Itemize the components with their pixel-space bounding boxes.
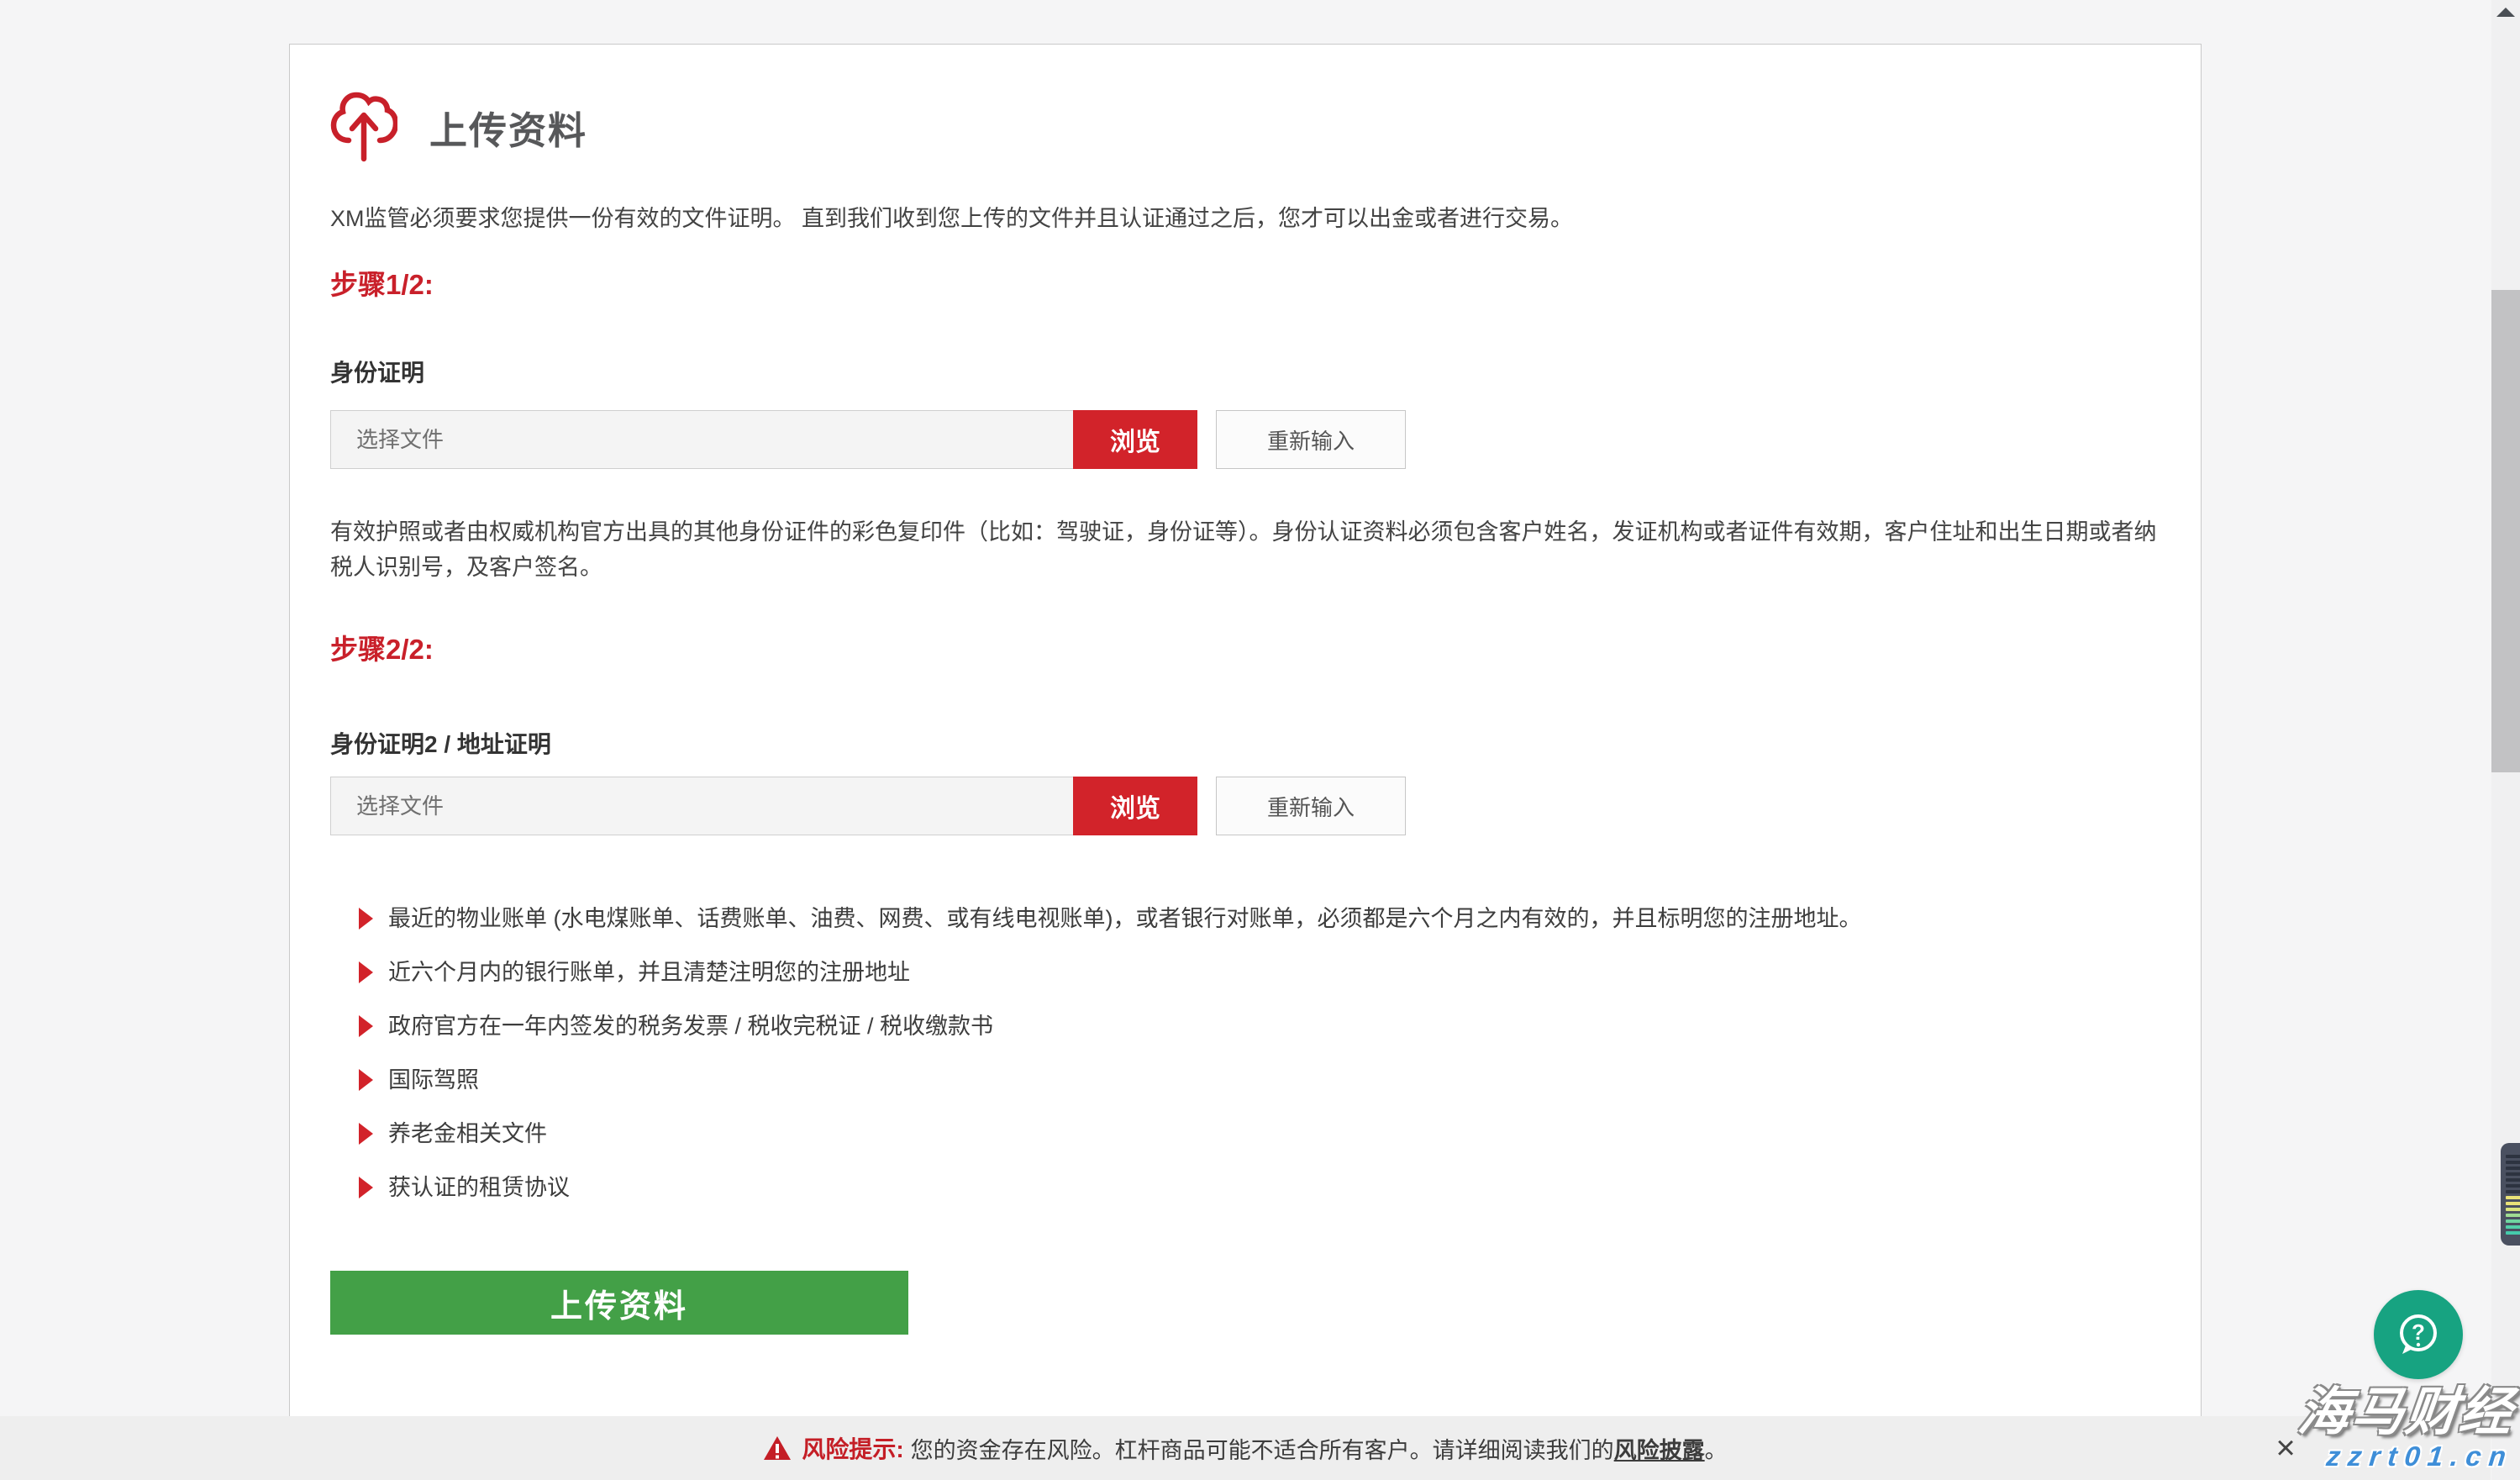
- bullet-triangle-icon: [359, 1015, 373, 1037]
- identity-proof-file-row: 浏览 重新输入: [330, 410, 2160, 469]
- vertical-scrollbar[interactable]: [2491, 0, 2520, 1480]
- address-proof-browse-button[interactable]: 浏览: [1073, 777, 1197, 835]
- card-header: 上传资料: [330, 91, 2160, 163]
- list-item: 最近的物业账单 (水电煤账单、话费账单、油费、网费、或有线电视账单)，或者银行对…: [359, 906, 2160, 931]
- address-proof-label: 身份证明2 / 地址证明: [330, 726, 2160, 760]
- risk-label: 风险提示:: [802, 1431, 903, 1465]
- identity-proof-browse-button[interactable]: 浏览: [1073, 410, 1197, 469]
- warning-triangle-icon: [763, 1435, 792, 1461]
- bullet-triangle-icon: [359, 1123, 373, 1145]
- address-proof-file-row: 浏览 重新输入: [330, 777, 2160, 835]
- volume-equalizer-overlay: [2501, 1143, 2520, 1246]
- step-1-heading: 步骤1/2:: [330, 262, 2160, 303]
- bullet-triangle-icon: [359, 961, 373, 983]
- step-2-heading: 步骤2/2:: [330, 627, 2160, 667]
- list-item: 养老金相关文件: [359, 1121, 2160, 1146]
- scroll-up-arrow-icon[interactable]: [2496, 8, 2515, 17]
- address-proof-file-input[interactable]: [330, 777, 1073, 835]
- list-item-text: 最近的物业账单 (水电煤账单、话费账单、油费、网费、或有线电视账单)，或者银行对…: [388, 906, 1861, 931]
- bullet-triangle-icon: [359, 1069, 373, 1091]
- svg-text:?: ?: [2412, 1319, 2425, 1345]
- identity-proof-file-input[interactable]: [330, 410, 1073, 469]
- list-item: 获认证的租赁协议: [359, 1175, 2160, 1200]
- help-chat-icon: ?: [2392, 1309, 2444, 1361]
- upload-documents-button[interactable]: 上传资料: [330, 1271, 908, 1335]
- identity-proof-description: 有效护照或者由权威机构官方出具的其他身份证件的彩色复印件（比如：驾驶证，身份证等…: [330, 514, 2160, 585]
- cloud-upload-icon: [330, 88, 397, 166]
- risk-disclosure-link[interactable]: 风险披露: [1614, 1438, 1705, 1463]
- list-item-text: 近六个月内的银行账单，并且清楚注明您的注册地址: [388, 960, 910, 985]
- list-item: 国际驾照: [359, 1067, 2160, 1093]
- list-item-text: 养老金相关文件: [388, 1121, 547, 1146]
- risk-warning-bar: 风险提示: 您的资金存在风险。杠杆商品可能不适合所有客户。请详细阅读我们的风险披…: [0, 1416, 2491, 1480]
- identity-proof-reset-button[interactable]: 重新输入: [1216, 410, 1406, 469]
- list-item-text: 政府官方在一年内签发的税务发票 / 税收完税证 / 税收缴款书: [388, 1014, 993, 1039]
- bullet-triangle-icon: [359, 908, 373, 930]
- risk-text: 您的资金存在风险。杠杆商品可能不适合所有客户。请详细阅读我们的风险披露。: [911, 1432, 1728, 1465]
- close-risk-bar-button[interactable]: ×: [2265, 1423, 2306, 1473]
- list-item-text: 国际驾照: [388, 1067, 479, 1093]
- accepted-documents-list: 最近的物业账单 (水电煤账单、话费账单、油费、网费、或有线电视账单)，或者银行对…: [359, 906, 2160, 1200]
- scrollbar-thumb[interactable]: [2491, 290, 2520, 772]
- upload-documents-card: 上传资料 XM监管必须要求您提供一份有效的文件证明。 直到我们收到您上传的文件并…: [289, 44, 2202, 1422]
- page-title: 上传资料: [429, 100, 587, 155]
- list-item: 近六个月内的银行账单，并且清楚注明您的注册地址: [359, 960, 2160, 985]
- list-item: 政府官方在一年内签发的税务发票 / 税收完税证 / 税收缴款书: [359, 1014, 2160, 1039]
- list-item-text: 获认证的租赁协议: [388, 1175, 570, 1200]
- intro-text: XM监管必须要求您提供一份有效的文件证明。 直到我们收到您上传的文件并且认证通过…: [330, 202, 2160, 235]
- identity-proof-label: 身份证明: [330, 355, 2160, 388]
- help-chat-button[interactable]: ?: [2374, 1290, 2463, 1379]
- address-proof-reset-button[interactable]: 重新输入: [1216, 777, 1406, 835]
- bullet-triangle-icon: [359, 1177, 373, 1198]
